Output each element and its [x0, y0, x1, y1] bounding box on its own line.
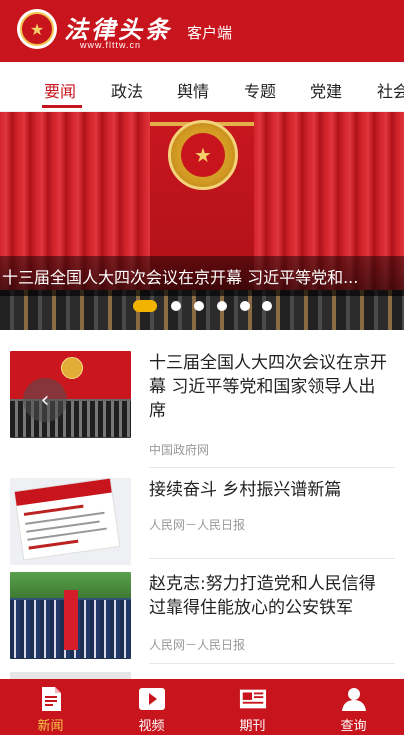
divider	[149, 558, 395, 559]
news-title[interactable]: 十三届全国人大四次会议在京开幕 习近平等党和国家领导人出席	[149, 351, 389, 423]
news-title[interactable]: 接续奋斗 乡村振兴谱新篇	[149, 478, 389, 502]
carousel-dot[interactable]	[171, 301, 181, 311]
nav-video[interactable]: 视频	[101, 679, 202, 735]
tab-public-opinion[interactable]: 舆情	[177, 78, 209, 102]
nav-search-label: 查询	[340, 719, 367, 734]
news-source: 中国政府网	[149, 443, 210, 457]
carousel-dot[interactable]	[217, 301, 227, 311]
carousel-prev-button[interactable]: ‹	[23, 378, 67, 422]
tab-society[interactable]: 社会	[377, 78, 404, 102]
divider	[149, 467, 395, 468]
carousel-dot[interactable]	[262, 301, 272, 311]
news-list-item[interactable]: 接续奋斗 乡村振兴谱新篇 人民网－人民日报	[0, 470, 404, 580]
carousel-dot-active[interactable]	[133, 300, 157, 312]
news-thumbnail	[10, 478, 131, 565]
news-icon	[37, 685, 65, 713]
news-list-item[interactable]: 赵克志:努力打造党和人民信得过靠得住能放心的公安铁军 人民网－人民日报	[0, 566, 404, 666]
nav-news-label: 新闻	[37, 719, 64, 734]
news-list-item[interactable]	[0, 668, 404, 679]
tab-headlines[interactable]: 要闻	[44, 78, 76, 102]
tab-politics-law[interactable]: 政法	[111, 78, 143, 102]
tab-special-topics[interactable]: 专题	[244, 78, 276, 102]
news-source: 人民网－人民日报	[149, 638, 246, 652]
tab-party-building[interactable]: 党建	[310, 78, 342, 102]
nav-news[interactable]: 新闻	[0, 679, 101, 735]
bottom-navigation: 新闻 视频 期刊 查询	[0, 679, 404, 735]
header-subtitle: 客户端	[187, 24, 233, 42]
chevron-left-icon: ‹	[40, 387, 50, 413]
user-search-icon	[340, 685, 368, 713]
logo-emblem-icon: ★	[17, 9, 57, 49]
news-title[interactable]: 赵克志:努力打造党和人民信得过靠得住能放心的公安铁军	[149, 572, 389, 620]
news-source: 人民网－人民日报	[149, 518, 246, 532]
carousel-dot[interactable]	[240, 301, 250, 311]
divider	[149, 663, 395, 664]
nav-journal[interactable]: 期刊	[202, 679, 303, 735]
app-header: ★ 法律头条 www.flttw.cn 客户端	[0, 0, 404, 62]
carousel-dot[interactable]	[194, 301, 204, 311]
nav-video-label: 视频	[138, 719, 165, 734]
nav-search[interactable]: 查询	[303, 679, 404, 735]
video-play-icon	[138, 685, 166, 713]
news-thumbnail	[10, 572, 131, 659]
carousel-pagination	[0, 299, 404, 313]
national-emblem-icon	[61, 357, 83, 379]
category-tabs: 要闻 政法 舆情 专题 党建 社会	[0, 62, 404, 112]
news-thumbnail	[10, 672, 131, 679]
journal-icon	[239, 685, 267, 713]
banner-caption[interactable]: 十三届全国人大四次会议在京开幕 习近平等党和...	[2, 264, 402, 288]
nav-journal-label: 期刊	[239, 719, 266, 734]
app-logo-url: www.flttw.cn	[80, 40, 142, 50]
national-emblem-icon: ★	[168, 120, 238, 190]
active-tab-indicator	[42, 105, 82, 108]
